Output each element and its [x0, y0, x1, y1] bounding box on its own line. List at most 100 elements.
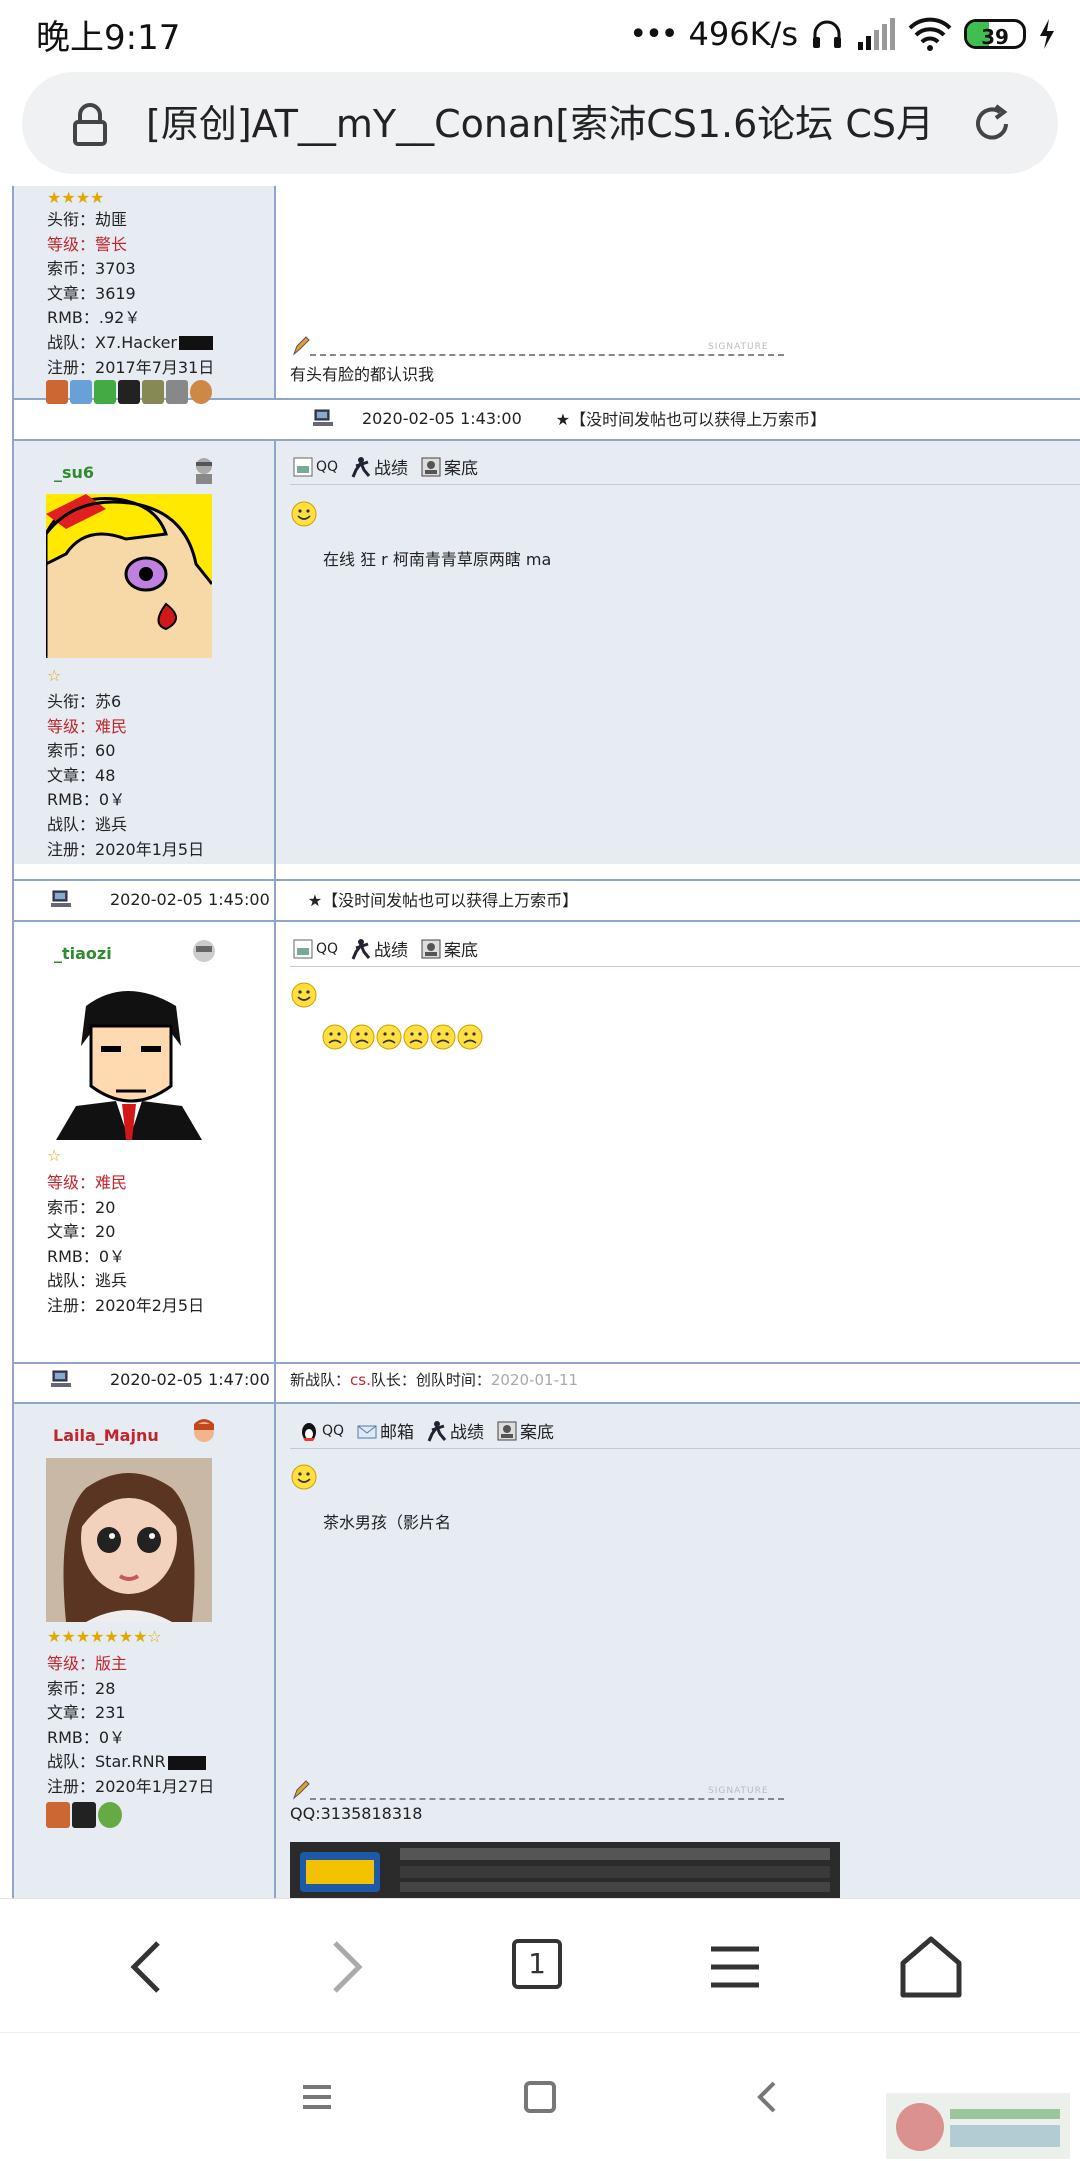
- post2-avatar[interactable]: [46, 494, 212, 658]
- qq-button[interactable]: QQ: [292, 938, 338, 960]
- more-dots-icon: •••: [629, 16, 678, 52]
- medal-icon: [94, 380, 116, 404]
- clock: 晚上9:17: [36, 18, 181, 58]
- smiley-icon: [291, 1464, 317, 1490]
- post2-toolbar: QQ 战绩 案底: [292, 454, 486, 479]
- post4-new-team-notice: 新战队： cs. 队长： 创队时间： 2020-01-11: [290, 1370, 579, 1390]
- qq-penguin-icon: [302, 1422, 316, 1441]
- browser-toolbar: 1: [0, 1898, 1080, 2033]
- post1-signature-text: 有头有脸的都认识我: [290, 365, 435, 384]
- post4-username[interactable]: Laila_Majnu: [53, 1426, 159, 1445]
- url-text[interactable]: [原创]AT__mY__Conan[索沛CS1.6论坛 CS月: [146, 94, 946, 154]
- post4-toolbar: QQ 邮箱 战绩 案底: [298, 1418, 562, 1443]
- post3-timestamp: 2020-02-05 1:45:00: [110, 889, 270, 909]
- tabs-button[interactable]: 1: [512, 1939, 562, 1989]
- home-icon[interactable]: [891, 1927, 971, 2007]
- record-button[interactable]: 案底: [420, 454, 478, 479]
- profile-icon: [293, 939, 313, 958]
- stats-button[interactable]: 战绩: [426, 1418, 484, 1443]
- post3-sad-emojis: [322, 1024, 483, 1050]
- back-arrow-icon[interactable]: [108, 1927, 188, 2007]
- reload-icon[interactable]: [970, 102, 1014, 146]
- post4-medals: [46, 1802, 122, 1828]
- computer-icon: [51, 1370, 71, 1387]
- medal-icon: [142, 380, 164, 404]
- battery-icon: 39: [964, 19, 1026, 49]
- pencil-icon: [292, 336, 310, 356]
- computer-icon: [51, 890, 71, 907]
- post3-avatar[interactable]: [46, 976, 212, 1140]
- post2-notice-link[interactable]: ★【没时间发帖也可以获得上万索币】: [556, 406, 826, 430]
- gender-icon: [196, 458, 212, 484]
- post2-stars: ☆: [47, 666, 62, 685]
- record-icon: [421, 939, 441, 958]
- system-back-icon[interactable]: [728, 2057, 808, 2137]
- sad-face-icon: [349, 1024, 375, 1050]
- post1-medals: [46, 380, 212, 404]
- lock-icon[interactable]: [70, 102, 110, 146]
- post2-timebar: 2020-02-05 1:43:00 ★【没时间发帖也可以获得上万索币】: [312, 406, 826, 430]
- soldier-icon: [351, 938, 371, 960]
- post3-timebar: 2020-02-05 1:45:00 ★【没时间发帖也可以获得上万索币】: [50, 887, 578, 911]
- sad-face-icon: [430, 1024, 456, 1050]
- record-icon: [497, 1421, 517, 1440]
- post2-username[interactable]: _su6: [54, 463, 94, 482]
- stats-button[interactable]: 战绩: [350, 936, 408, 961]
- charging-icon: [1040, 19, 1054, 49]
- post1-user-info: 头衔：劫匪 等级：警长 索币：3703 文章：3619 RMB：.92￥ 战队：…: [47, 210, 215, 377]
- network-speed: 496K/s: [688, 15, 798, 53]
- smiley-icon: [291, 501, 317, 527]
- medal-icon: [46, 1802, 70, 1828]
- medal-icon: [70, 380, 92, 404]
- medal-icon: [98, 1802, 122, 1828]
- signal-icon: [858, 18, 895, 50]
- system-navigation-bar: [0, 2032, 1080, 2161]
- home-button-icon[interactable]: [500, 2057, 580, 2137]
- post3-stars: ☆: [47, 1146, 62, 1165]
- address-bar[interactable]: [原创]AT__mY__Conan[索沛CS1.6论坛 CS月: [22, 72, 1058, 174]
- menu-icon[interactable]: [695, 1927, 775, 2007]
- post3-notice-link[interactable]: ★【没时间发帖也可以获得上万索币】: [308, 887, 578, 911]
- soldier-icon: [427, 1420, 447, 1442]
- post2-timestamp: 2020-02-05 1:43:00: [362, 408, 522, 428]
- post4-user-info: 等级：版主 索币：28 文章：231 RMB：0￥ 战队：Star.RNR 注册…: [47, 1654, 215, 1796]
- sad-face-icon: [322, 1024, 348, 1050]
- team-link[interactable]: cs.: [350, 1371, 371, 1389]
- post3-username[interactable]: _tiaozi: [54, 944, 112, 963]
- headphones-icon: [813, 20, 841, 48]
- sad-face-icon: [403, 1024, 429, 1050]
- status-icons: ••• 496K/s 39: [629, 10, 1056, 58]
- signature-label: SIGNATURE: [708, 1786, 769, 1796]
- record-button[interactable]: 案底: [420, 936, 478, 961]
- mail-button[interactable]: 邮箱: [356, 1418, 414, 1443]
- medal-icon: [118, 380, 140, 404]
- qq-button[interactable]: QQ: [292, 456, 338, 478]
- medal-icon: [46, 380, 68, 404]
- soldier-icon: [351, 456, 371, 478]
- recent-apps-icon[interactable]: [277, 2057, 357, 2137]
- post2-text: 在线 狂 r 柯南青青草原两瞎 ma: [323, 550, 552, 569]
- forward-arrow-icon[interactable]: [305, 1927, 385, 2007]
- medal-icon: [166, 380, 188, 404]
- profile-icon: [293, 457, 313, 476]
- signature-label: SIGNATURE: [708, 342, 769, 352]
- signature-banner-image: [290, 1842, 840, 1898]
- post3-toolbar: QQ 战绩 案底: [292, 936, 486, 961]
- post4-signature-text: QQ:3135818318: [290, 1804, 423, 1823]
- post1-stars: ★★★★: [47, 188, 105, 207]
- team-badge-icon: [179, 336, 213, 351]
- stats-button[interactable]: 战绩: [350, 454, 408, 479]
- wifi-icon: [908, 17, 952, 51]
- battery-level: 39: [981, 25, 1009, 49]
- sad-face-icon: [457, 1024, 483, 1050]
- post4-timestamp: 2020-02-05 1:47:00: [110, 1369, 270, 1389]
- medal-icon: [190, 380, 212, 404]
- post4-timebar: 2020-02-05 1:47:00: [50, 1369, 270, 1389]
- status-bar: 晚上9:17 ••• 496K/s 39: [0, 0, 1080, 68]
- record-button[interactable]: 案底: [496, 1418, 554, 1443]
- post4-avatar[interactable]: [46, 1458, 212, 1622]
- post4-body-bg: [275, 1404, 1080, 1898]
- qq-button[interactable]: QQ: [298, 1420, 344, 1442]
- post4-text: 茶水男孩（影片名: [323, 1513, 452, 1532]
- team-badge-icon: [167, 1755, 206, 1770]
